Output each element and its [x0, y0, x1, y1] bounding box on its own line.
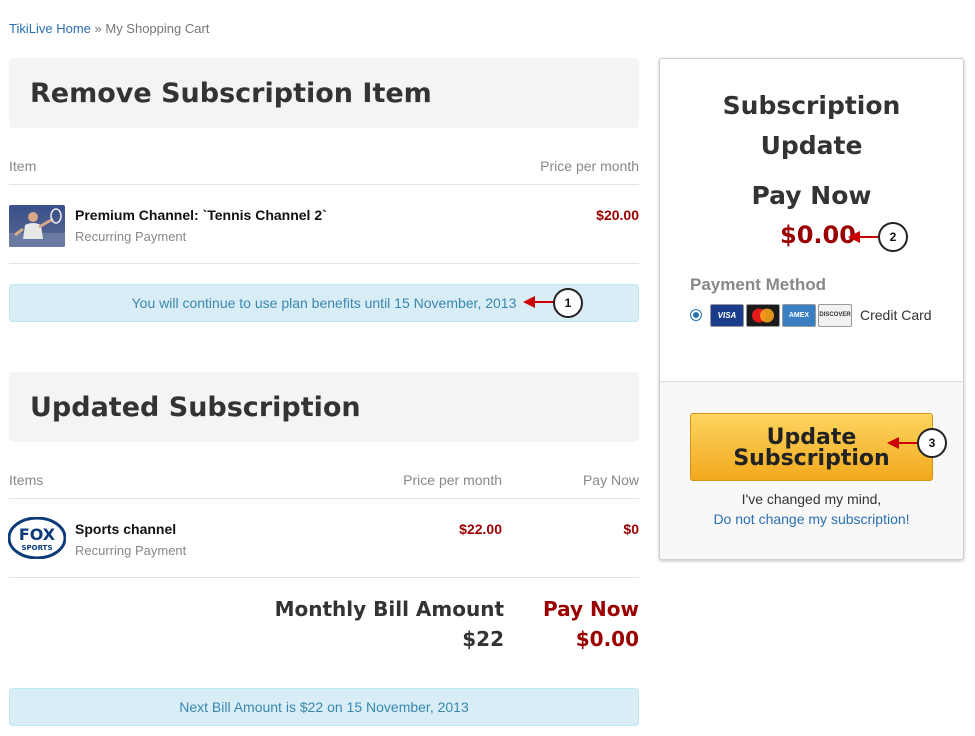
monthly-bill-label: Monthly Bill Amount: [274, 597, 504, 621]
breadcrumb-separator: »: [94, 21, 102, 36]
remove-col-price: Price per month: [540, 158, 639, 174]
callout-arrow-line: [533, 301, 555, 303]
updated-item-price: $22.00: [459, 521, 502, 537]
fox-sports-logo-icon: FOX SPORTS: [7, 516, 67, 560]
tennis-player-thumbnail-icon: [9, 205, 65, 247]
remove-item-price: $20.00: [596, 207, 639, 223]
callout-1: 1: [553, 288, 583, 318]
plan-benefits-notice: You will continue to use plan benefits u…: [9, 284, 639, 322]
updated-col-items: Items: [9, 472, 44, 488]
callout-arrow-line: [897, 442, 919, 444]
changed-mind-text: I've changed my mind,: [741, 491, 882, 507]
next-bill-notice: Next Bill Amount is $22 on 15 November, …: [9, 688, 639, 726]
updated-section-title: Updated Subscription: [30, 392, 361, 423]
callout-arrow-head: [523, 296, 535, 308]
breadcrumb-home-link[interactable]: TikiLive Home: [9, 21, 91, 36]
breadcrumb-current: My Shopping Cart: [105, 21, 210, 36]
panel-title-line1: Subscription: [722, 91, 901, 120]
do-not-change-link[interactable]: Do not change my subscription!: [660, 511, 963, 527]
divider: [9, 263, 639, 264]
panel-top: Subscription Update Pay Now $0.00 2 Paym…: [660, 59, 963, 382]
monthly-bill-value: $22: [462, 627, 504, 651]
payment-method-label: Payment Method: [690, 275, 827, 294]
mastercard-icon: [746, 304, 780, 327]
updated-item-name: Sports channel: [75, 521, 177, 537]
updated-item-paynow: $0: [623, 521, 639, 537]
divider: [9, 498, 639, 499]
remove-item-name: Premium Channel: `Tennis Channel 2`: [75, 207, 327, 223]
remove-section-header: Remove Subscription Item: [9, 58, 639, 128]
svg-text:SPORTS: SPORTS: [21, 544, 52, 552]
panel-title-line2: Update: [760, 131, 863, 160]
discover-card-icon: DISCOVER: [818, 304, 852, 327]
svg-text:FOX: FOX: [19, 525, 56, 544]
remove-col-item: Item: [9, 158, 37, 174]
callout-arrow-line: [858, 236, 878, 238]
remove-item-sub: Recurring Payment: [75, 229, 187, 244]
updated-item-sub: Recurring Payment: [75, 543, 187, 558]
paynow-label: Pay Now: [543, 597, 639, 621]
amex-card-icon: AMEX: [782, 304, 816, 327]
updated-col-price: Price per month: [403, 472, 502, 488]
visa-card-icon: VISA: [710, 304, 744, 327]
callout-2: 2: [878, 222, 908, 252]
panel-paynow-label: Pay Now: [751, 181, 872, 210]
callout-arrow-head: [887, 437, 899, 449]
remove-section-title: Remove Subscription Item: [30, 78, 432, 109]
updated-section-header: Updated Subscription: [9, 372, 639, 442]
breadcrumb: TikiLive Home » My Shopping Cart: [9, 21, 209, 36]
paynow-value: $0.00: [575, 627, 639, 651]
button-line2: Subscription: [733, 446, 890, 471]
credit-card-label: Credit Card: [860, 307, 932, 323]
divider: [9, 577, 639, 578]
panel-paynow-value: $0.00: [780, 221, 856, 249]
updated-col-paynow: Pay Now: [582, 472, 639, 488]
credit-card-radio[interactable]: [690, 309, 702, 321]
callout-arrow-head: [848, 231, 860, 243]
subscription-update-panel: Subscription Update Pay Now $0.00 2 Paym…: [659, 58, 964, 560]
divider: [9, 184, 639, 185]
callout-3: 3: [917, 428, 947, 458]
